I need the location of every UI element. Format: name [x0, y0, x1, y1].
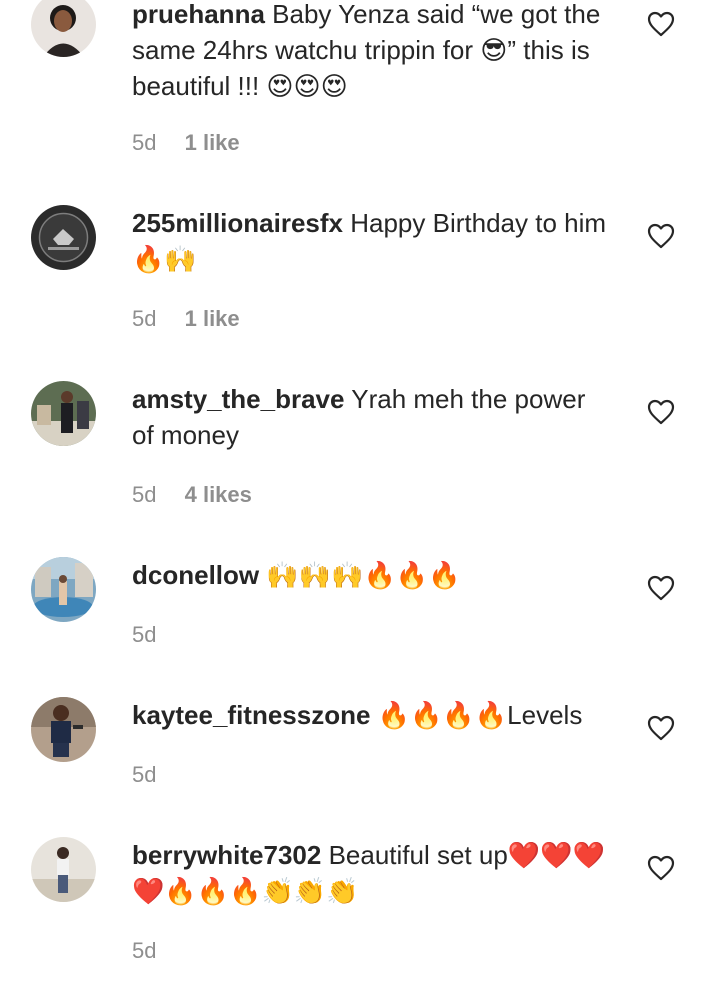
user-avatar[interactable]: [31, 697, 96, 762]
user-avatar[interactable]: [31, 381, 96, 446]
comment-text: kaytee_fitnesszone 🔥🔥🔥🔥Levels: [132, 697, 612, 733]
comment-text: amsty_the_brave Yrah meh the power of mo…: [132, 381, 612, 453]
user-avatar[interactable]: [31, 837, 96, 902]
heart-outline-icon[interactable]: [647, 715, 675, 741]
comment-time: 5d: [132, 762, 157, 787]
comment-username[interactable]: dconellow: [132, 560, 259, 590]
heart-outline-icon[interactable]: [647, 855, 675, 881]
comment-username[interactable]: pruehanna: [132, 0, 265, 29]
comment-body: 🙌🙌🙌🔥🔥🔥: [266, 560, 461, 590]
comment-text: 255millionairesfx Happy Birthday to him …: [132, 205, 612, 277]
comment-time: 5d: [132, 306, 157, 331]
comment-meta: 5d 1 like: [132, 306, 240, 332]
comment-username[interactable]: 255millionairesfx: [132, 208, 343, 238]
comment-time: 5d: [132, 482, 157, 507]
comment-username[interactable]: amsty_the_brave: [132, 384, 344, 414]
user-avatar[interactable]: [31, 0, 96, 57]
comment-likes[interactable]: 4 likes: [185, 482, 252, 507]
heart-outline-icon[interactable]: [647, 223, 675, 249]
comment-meta: 5d: [132, 762, 156, 788]
user-avatar[interactable]: [31, 557, 96, 622]
comment-meta: 5d: [132, 622, 156, 648]
heart-outline-icon[interactable]: [647, 11, 675, 37]
comment-likes[interactable]: 1 like: [185, 130, 240, 155]
comment-time: 5d: [132, 938, 157, 963]
comment-username[interactable]: berrywhite7302: [132, 840, 321, 870]
heart-outline-icon[interactable]: [647, 575, 675, 601]
comment-text: dconellow 🙌🙌🙌🔥🔥🔥: [132, 557, 612, 593]
comment-meta: 5d: [132, 938, 156, 964]
comment-time: 5d: [132, 130, 157, 155]
user-avatar[interactable]: [31, 205, 96, 270]
comment-likes[interactable]: 1 like: [185, 306, 240, 331]
comment-meta: 5d 4 likes: [132, 482, 252, 508]
comment-text: berrywhite7302 Beautiful set up❤️❤️❤️❤️🔥…: [132, 837, 612, 909]
comment-meta: 5d 1 like: [132, 130, 240, 156]
comment-time: 5d: [132, 622, 157, 647]
comment-text: pruehanna Baby Yenza said “we got the sa…: [132, 0, 612, 104]
comment-username[interactable]: kaytee_fitnesszone: [132, 700, 370, 730]
heart-outline-icon[interactable]: [647, 399, 675, 425]
comment-body: 🔥🔥🔥🔥Levels: [377, 700, 583, 730]
